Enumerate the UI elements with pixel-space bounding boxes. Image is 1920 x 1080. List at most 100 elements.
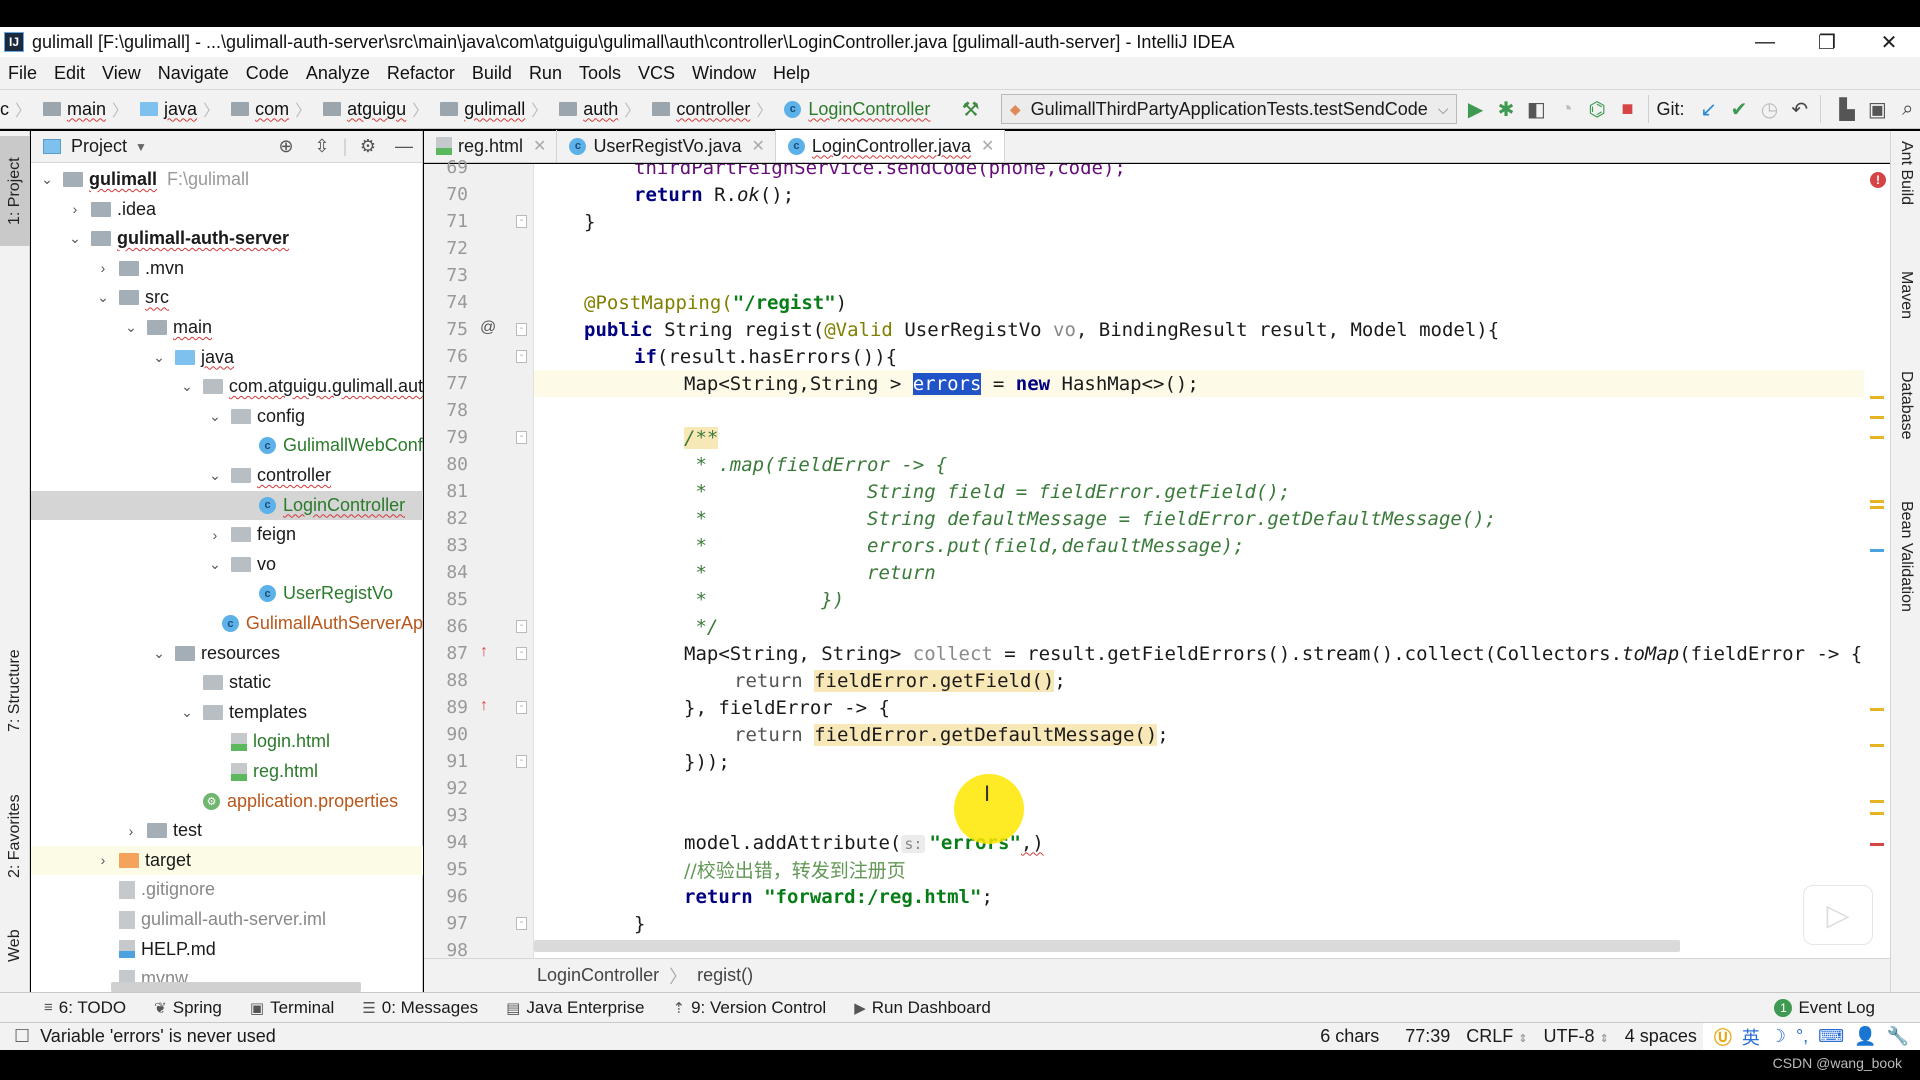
tree-item-login-html[interactable]: login.html — [31, 727, 423, 756]
tree-item-java[interactable]: ⌄ java — [31, 343, 423, 372]
chevron-down-icon[interactable]: ⌄ — [123, 319, 139, 336]
menu-vcs[interactable]: VCS — [638, 63, 675, 84]
nav-crumb-src[interactable]: c 〉 — [0, 97, 39, 121]
profile-icon[interactable]: ◔ — [1555, 94, 1579, 124]
line-number[interactable]: 88 — [424, 667, 468, 694]
attach-debugger-icon[interactable]: ⌬ — [1585, 94, 1609, 124]
line-number[interactable]: 69 — [424, 154, 468, 181]
line-number[interactable]: 75 — [424, 316, 468, 343]
tool-tab-web[interactable]: Web — [0, 911, 30, 981]
tree-item-mvn[interactable]: › .mvn — [31, 254, 423, 283]
line-number[interactable]: 83 — [424, 532, 468, 559]
tree-item-application-properties[interactable]: ⚙ application.properties — [31, 787, 423, 816]
tree-item-feign[interactable]: › feign — [31, 520, 423, 549]
nav-crumb-com[interactable]: com 〉 — [231, 97, 319, 121]
ime-language-toggle[interactable]: 英 — [1742, 1024, 1760, 1050]
chevron-down-icon[interactable]: ⌄ — [207, 467, 223, 484]
scroll-marker-warning[interactable] — [1870, 506, 1884, 509]
line-number[interactable]: 71 — [424, 208, 468, 235]
event-log-button[interactable]: 1 Event Log — [1774, 998, 1875, 1018]
tool-tab-structure[interactable]: 7: Structure — [0, 631, 30, 751]
tree-item-config[interactable]: ⌄ config — [31, 402, 423, 431]
video-play-overlay-icon[interactable]: ▷ — [1803, 885, 1873, 945]
line-number[interactable]: 97 — [424, 910, 468, 937]
menu-file[interactable]: File — [8, 63, 37, 84]
git-rollback-icon[interactable]: ↶ — [1788, 94, 1812, 124]
tree-item-com-atguigu-gulimall-aut[interactable]: ⌄ com.atguigu.gulimall.aut — [31, 372, 423, 401]
code-editor[interactable]: thirdPartFeignService.sendCode(phone,cod… — [534, 164, 1890, 958]
chevron-down-icon[interactable]: ▼ — [135, 140, 147, 154]
tree-item-static[interactable]: static — [31, 668, 423, 697]
chevron-down-icon[interactable]: ⌄ — [207, 556, 223, 573]
tree-item-target[interactable]: › target — [31, 845, 423, 875]
menu-build[interactable]: Build — [472, 63, 512, 84]
tool-tab-project[interactable]: 1: Project — [0, 136, 30, 246]
line-number[interactable]: 79 — [424, 424, 468, 451]
ime-halfwidth-icon[interactable]: ☽ — [1770, 1026, 1786, 1047]
line-number[interactable]: 80 — [424, 451, 468, 478]
git-update-icon[interactable]: ↙ — [1696, 94, 1720, 124]
line-number[interactable]: 86 — [424, 613, 468, 640]
line-number[interactable]: 74 — [424, 289, 468, 316]
breadcrumb-method[interactable]: regist() — [697, 965, 753, 986]
chevron-down-icon[interactable]: ⌄ — [39, 171, 55, 188]
menu-tools[interactable]: Tools — [579, 63, 621, 84]
tree-item-resources[interactable]: ⌄ resources — [31, 639, 423, 668]
settings-gear-icon[interactable]: ⚙ — [350, 136, 386, 157]
toggle-tool-windows-icon[interactable]: ☐ — [14, 1026, 30, 1047]
menu-window[interactable]: Window — [692, 63, 756, 84]
scroll-marker-warning[interactable] — [1870, 500, 1884, 503]
nav-crumb-current-class[interactable]: c LoginController — [784, 99, 930, 120]
line-number[interactable]: 77 — [424, 370, 468, 397]
chevron-down-icon[interactable]: ⌄ — [151, 349, 167, 366]
line-number[interactable]: 91 — [424, 748, 468, 775]
error-indicator-icon[interactable]: ! — [1870, 172, 1886, 188]
scroll-marker-warning[interactable] — [1870, 800, 1884, 803]
tree-item-test[interactable]: › test — [31, 816, 423, 845]
status-encoding[interactable]: UTF-8 ⇕ — [1544, 1026, 1609, 1047]
tool-window-run-dashboard[interactable]: ▶ Run Dashboard — [854, 998, 991, 1018]
collapse-all-icon[interactable]: ⇳ — [304, 136, 340, 157]
lambda-override-icon[interactable]: ↑ — [480, 697, 488, 715]
git-commit-icon[interactable]: ✔ — [1727, 94, 1751, 124]
tree-item-gulimallwebconf[interactable]: c GulimallWebConf — [31, 431, 423, 460]
line-number[interactable]: 94 — [424, 829, 468, 856]
line-number[interactable]: 95 — [424, 856, 468, 883]
run-anything-icon[interactable]: ▣ — [1865, 94, 1889, 124]
status-caret-position[interactable]: 77:39 — [1405, 1026, 1450, 1047]
tool-window-todo[interactable]: ≡ 6: TODO — [44, 998, 126, 1018]
line-number[interactable]: 93 — [424, 802, 468, 829]
scroll-marker-error[interactable] — [1870, 843, 1884, 846]
close-button[interactable]: ✕ — [1858, 27, 1920, 57]
chevron-down-icon[interactable]: ⌄ — [95, 289, 111, 306]
scroll-marker-warning[interactable] — [1870, 812, 1884, 815]
project-tree-hscrollbar[interactable] — [111, 982, 361, 992]
nav-crumb-atguigu[interactable]: atguigu 〉 — [323, 97, 436, 121]
stop-icon[interactable]: ■ — [1615, 94, 1639, 124]
editor-tab-userregistvo[interactable]: c UserRegistVo.java ✕ — [557, 130, 776, 162]
hide-panel-icon[interactable]: — — [386, 136, 422, 157]
debug-icon[interactable]: ✱ — [1494, 94, 1518, 124]
line-number[interactable]: 84 — [424, 559, 468, 586]
line-number[interactable]: 76 — [424, 343, 468, 370]
project-view-selector[interactable]: Project — [71, 136, 127, 157]
line-number[interactable]: 81 — [424, 478, 468, 505]
scroll-marker-warning[interactable] — [1870, 436, 1884, 439]
fold-toggle-icon[interactable]: - — [516, 620, 527, 633]
tool-window-spring[interactable]: ❦ Spring — [154, 998, 222, 1018]
tool-tab-database[interactable]: Database — [1891, 371, 1920, 491]
tree-item-idea[interactable]: › .idea — [31, 195, 423, 224]
run-icon[interactable]: ▶ — [1463, 94, 1487, 124]
close-tab-icon[interactable]: ✕ — [981, 136, 994, 156]
line-number[interactable]: 82 — [424, 505, 468, 532]
nav-crumb-java[interactable]: java 〉 — [140, 97, 227, 121]
tree-item-gitignore[interactable]: .gitignore — [31, 875, 423, 904]
tree-item-src[interactable]: ⌄ src — [31, 283, 423, 312]
tool-tab-bean-validation[interactable]: Bean Validation — [1891, 501, 1920, 671]
search-everywhere-icon[interactable]: ⌕ — [1896, 94, 1920, 124]
ime-user-icon[interactable]: 👤 — [1854, 1026, 1876, 1047]
breadcrumb-class[interactable]: LoginController — [537, 965, 659, 986]
chevron-right-icon[interactable]: › — [67, 201, 83, 217]
tool-window-java-enterprise[interactable]: ▤ Java Enterprise — [506, 998, 644, 1018]
chevron-down-icon[interactable]: ⌄ — [207, 408, 223, 425]
